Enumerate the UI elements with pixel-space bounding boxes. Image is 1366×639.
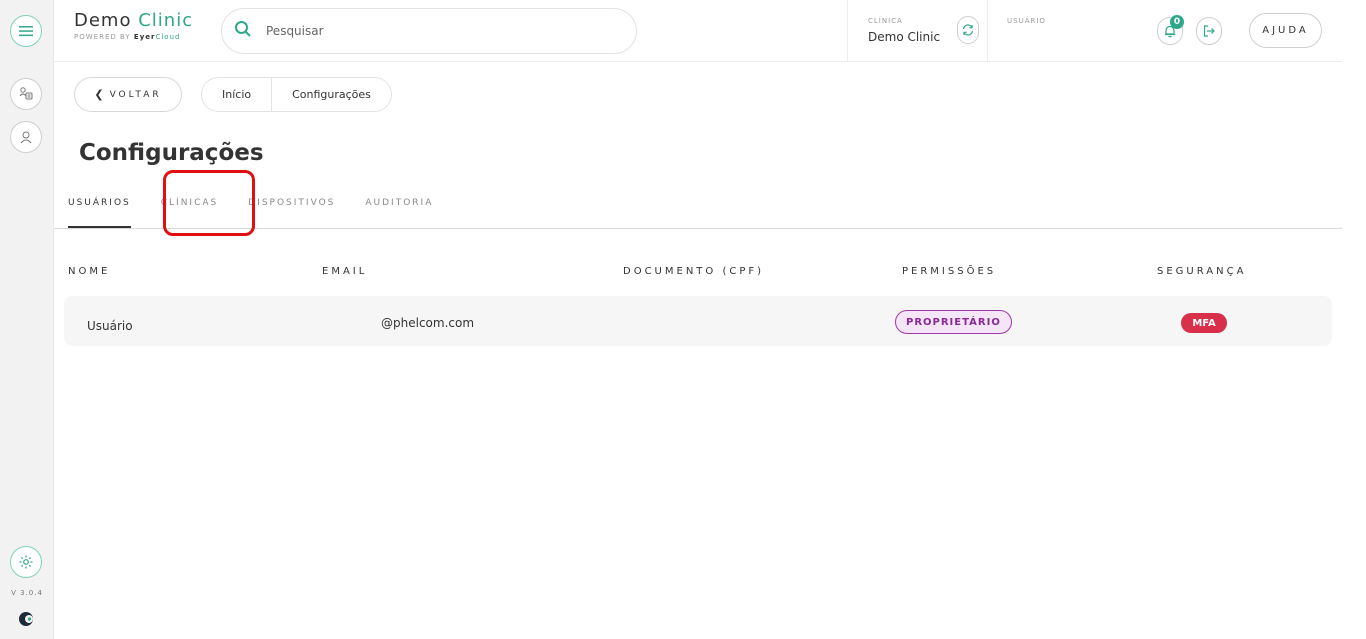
tab-dispositivos[interactable]: DISPOSITIVOS xyxy=(248,186,335,228)
brand-name: Demo Clinic xyxy=(74,10,194,31)
brand-logo[interactable]: Demo Clinic POWERED BY EyerCloud xyxy=(74,10,193,41)
help-button[interactable]: AJUDA xyxy=(1249,13,1322,48)
hamburger-menu-icon[interactable] xyxy=(10,15,42,47)
search-icon[interactable] xyxy=(234,20,252,42)
clinic-name: Demo Clinic xyxy=(868,30,941,44)
tab-auditoria[interactable]: AUDITORIA xyxy=(365,186,433,228)
table-row[interactable]: Usuário @phelcom.com PROPRIETÁRIO MFA xyxy=(64,296,1332,346)
search-bar[interactable] xyxy=(221,8,637,54)
column-header-security: SEGURANÇA xyxy=(1157,266,1247,277)
page-title: Configurações xyxy=(79,140,264,166)
powered-by: POWERED BY EyerCloud xyxy=(74,33,181,41)
clinic-selector[interactable]: CLÍNICA Demo Clinic xyxy=(847,0,988,62)
permission-badge: PROPRIETÁRIO xyxy=(895,310,1012,334)
chevron-left-icon: ❮ xyxy=(94,88,104,101)
app-version: V 3.0.4 xyxy=(11,589,43,597)
security-badge: MFA xyxy=(1181,313,1227,333)
tab-usuarios[interactable]: USUÁRIOS xyxy=(68,186,131,228)
breadcrumb: Início Configurações xyxy=(201,77,392,112)
patients-icon[interactable] xyxy=(10,78,42,110)
left-rail: V 3.0.4 xyxy=(0,0,54,639)
gear-icon[interactable] xyxy=(10,546,42,578)
eyercloud-logo-icon xyxy=(17,610,35,632)
breadcrumb-home[interactable]: Início xyxy=(202,78,271,111)
user-email: @phelcom.com xyxy=(381,316,475,330)
notification-badge: 0 xyxy=(1170,15,1184,29)
clinic-label: CLÍNICA xyxy=(868,17,903,25)
breadcrumb-current[interactable]: Configurações xyxy=(271,78,391,111)
column-header-name: NOME xyxy=(68,266,111,277)
tab-highlight-box xyxy=(163,170,255,236)
back-button[interactable]: ❮ VOLTAR xyxy=(74,77,182,112)
column-header-email: EMAIL xyxy=(322,266,368,277)
column-header-permissions: PERMISSÕES xyxy=(902,266,997,277)
search-input[interactable] xyxy=(266,24,566,38)
top-header: Demo Clinic POWERED BY EyerCloud CLÍNICA… xyxy=(54,0,1342,62)
refresh-icon[interactable] xyxy=(957,16,979,44)
user-label: USUÁRIO xyxy=(1007,17,1046,25)
settings-tabs: USUÁRIOS CLÍNICAS DISPOSITIVOS AUDITORIA xyxy=(68,186,463,228)
app-root: V 3.0.4 Demo Clinic POWERED BY EyerCloud… xyxy=(0,0,1366,639)
column-header-document: DOCUMENTO (CPF) xyxy=(623,266,765,277)
user-icon[interactable] xyxy=(10,121,42,153)
user-name: Usuário xyxy=(87,319,133,333)
back-label: VOLTAR xyxy=(109,89,162,100)
logout-icon[interactable] xyxy=(1196,17,1222,45)
